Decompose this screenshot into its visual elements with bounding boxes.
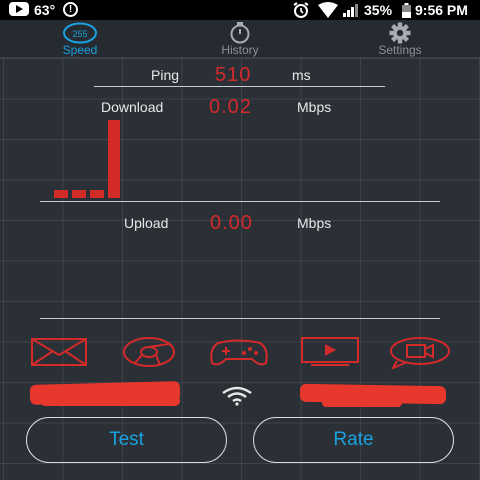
divider (40, 201, 440, 202)
upload-unit: Mbps (297, 215, 332, 231)
chart-bar (54, 190, 68, 198)
tab-speed-label: Speed (62, 43, 98, 57)
video-call-icon[interactable] (389, 337, 451, 374)
temperature: 63° (34, 2, 56, 18)
tab-bar: 255 Speed History Settings (0, 20, 480, 58)
ping-value: 510 (215, 64, 252, 86)
battery-icon (402, 3, 411, 18)
signal-icon (343, 3, 361, 17)
tab-settings[interactable]: Settings (345, 20, 455, 58)
ping-unit: ms (292, 67, 311, 83)
speed-badge: 255 (72, 29, 87, 39)
chart-bar (108, 120, 120, 198)
wifi-icon (221, 386, 253, 411)
redaction-mark (40, 396, 180, 406)
tab-speed[interactable]: 255 Speed (25, 20, 135, 58)
tab-history[interactable]: History (185, 20, 295, 58)
redaction-mark (322, 399, 402, 407)
gear-icon (389, 22, 411, 44)
tab-settings-label: Settings (378, 43, 422, 57)
rate-button[interactable]: Rate (253, 417, 454, 463)
video-player-icon[interactable] (301, 337, 359, 372)
alert-icon: ! (63, 2, 78, 17)
speedometer-icon: 255 (63, 22, 97, 44)
download-unit: Mbps (297, 99, 332, 115)
gamepad-icon[interactable] (208, 337, 270, 372)
download-label: Download (101, 99, 164, 115)
chart-bar (90, 190, 104, 198)
test-button[interactable]: Test (26, 417, 227, 463)
clock: 9:56 PM (415, 2, 468, 18)
battery-percent: 35% (364, 2, 393, 18)
youtube-notification-icon (9, 2, 29, 16)
wifi-status-icon (318, 2, 338, 18)
download-value: 0.02 (209, 96, 252, 118)
chart-bar (72, 190, 86, 198)
ping-label: Ping (151, 67, 180, 83)
divider (40, 318, 440, 319)
upload-value: 0.00 (210, 212, 253, 234)
stopwatch-icon (230, 22, 250, 44)
alarm-icon (292, 1, 310, 19)
tab-history-label: History (221, 43, 259, 57)
chrome-icon[interactable] (122, 337, 176, 372)
status-bar: 63° ! 35% 9:56 PM (0, 0, 480, 20)
mail-icon[interactable] (31, 337, 87, 372)
divider (94, 86, 385, 87)
upload-label: Upload (124, 215, 169, 231)
